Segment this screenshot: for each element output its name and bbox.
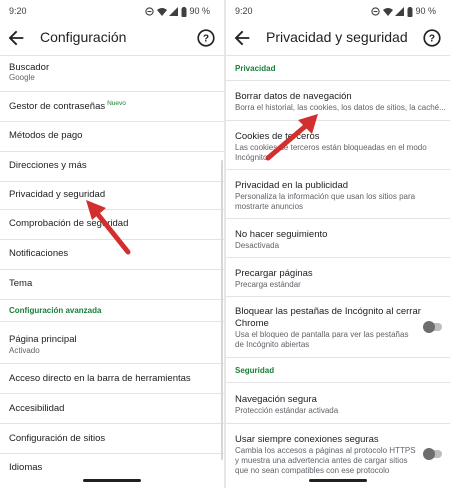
item-title: Navegación segura	[235, 394, 317, 405]
divider	[0, 299, 224, 300]
new-badge: Nuevo	[107, 100, 126, 107]
item-title: Idiomas	[9, 462, 43, 473]
page-title: Privacidad y seguridad	[266, 29, 408, 45]
list-item-home-page[interactable]: Página principal Activado	[0, 322, 224, 363]
lock-incognito-toggle[interactable]	[423, 321, 442, 333]
scrollbar[interactable]	[221, 160, 223, 460]
list-item-third-party-cookies[interactable]: Cookies de terceros Las cookies de terce…	[226, 121, 450, 169]
list-item-toolbar-shortcut[interactable]: Acceso directo en la barra de herramient…	[0, 364, 224, 393]
item-title: No hacer seguimiento	[235, 229, 328, 240]
item-title-text: Gestor de contraseñas	[9, 101, 106, 113]
item-title: Notificaciones	[9, 248, 69, 259]
back-arrow-icon[interactable]	[5, 27, 27, 49]
item-title: Accesibilidad	[9, 403, 65, 414]
list-item-clear-browsing-data[interactable]: Borrar datos de navegación Borra el hist…	[226, 81, 450, 120]
item-title: Métodos de pago	[9, 130, 83, 141]
section-header-security: Seguridad	[235, 366, 275, 375]
item-subtitle: Personaliza la información que usan los …	[235, 192, 416, 211]
item-title: Borrar datos de navegación	[235, 91, 352, 102]
settings-panel: 9:20 90 % Configuración ? Buscador Googl…	[0, 0, 224, 488]
item-subtitle: Precarga estándar	[235, 280, 301, 289]
toggle-knob	[423, 321, 435, 333]
item-title: Página principal	[9, 334, 77, 345]
item-title: Bloquear las pestañas de Incógnito al ce…	[235, 306, 421, 329]
app-bar: Configuración ?	[0, 22, 224, 54]
list-item-password-manager[interactable]: Gestor de contraseñas Nuevo	[0, 92, 224, 121]
battery-level: 90 %	[189, 6, 210, 16]
privacy-panel: 9:20 90 % Privacidad y seguridad ? Priva…	[226, 0, 450, 488]
item-subtitle: Google	[9, 73, 35, 82]
app-bar: Privacidad y seguridad ?	[226, 22, 450, 54]
item-subtitle: Cambia los accesos a páginas al protocol…	[235, 446, 416, 475]
item-subtitle: Activado	[9, 346, 40, 355]
wifi-icon	[382, 8, 393, 17]
item-subtitle: Usa el bloqueo de pantalla para ver las …	[235, 330, 409, 349]
list-item-theme[interactable]: Tema	[0, 270, 224, 299]
list-item-lock-incognito-tabs[interactable]: Bloquear las pestañas de Incógnito al ce…	[226, 297, 450, 357]
list-item-payment-methods[interactable]: Métodos de pago	[0, 122, 224, 151]
status-time: 9:20	[235, 6, 253, 16]
item-title: Tema	[9, 278, 33, 289]
list-item-addresses[interactable]: Direcciones y más	[0, 152, 224, 181]
item-title: Precargar páginas	[235, 268, 313, 279]
back-arrow-icon[interactable]	[231, 27, 253, 49]
svg-text:?: ?	[429, 34, 435, 45]
status-icons: 90 %	[371, 6, 436, 17]
item-title: Acceso directo en la barra de herramient…	[9, 373, 191, 384]
secure-connections-toggle[interactable]	[423, 448, 442, 460]
status-icons: 90 %	[145, 6, 210, 17]
help-icon[interactable]: ?	[195, 27, 217, 49]
item-title: Privacidad en la publicidad	[235, 180, 349, 191]
wifi-icon	[156, 8, 167, 17]
list-item-do-not-track[interactable]: No hacer seguimiento Desactivada	[226, 219, 450, 257]
toggle-knob	[423, 448, 435, 460]
status-bar: 9:20 90 %	[226, 0, 450, 22]
list-item-ad-privacy[interactable]: Privacidad en la publicidad Personaliza …	[226, 170, 450, 218]
battery-icon	[181, 6, 187, 17]
item-title: Gestor de contraseñas Nuevo	[9, 100, 126, 112]
dnd-icon	[371, 7, 381, 16]
battery-level: 90 %	[415, 6, 436, 16]
list-item-buscador[interactable]: Buscador Google	[0, 56, 224, 91]
list-item-accessibility[interactable]: Accesibilidad	[0, 394, 224, 423]
gesture-nav-bar[interactable]	[309, 479, 367, 482]
page-title: Configuración	[40, 29, 127, 45]
svg-text:?: ?	[203, 34, 209, 45]
list-item-preload-pages[interactable]: Precargar páginas Precarga estándar	[226, 258, 450, 296]
annotation-arrow	[86, 200, 131, 255]
list-item-safe-browsing[interactable]: Navegación segura Protección estándar ac…	[226, 383, 450, 423]
divider	[226, 55, 450, 56]
item-subtitle: Desactivada	[235, 241, 280, 250]
item-title: Buscador	[9, 62, 50, 73]
help-icon[interactable]: ?	[421, 27, 443, 49]
item-title: Usar siempre conexiones seguras	[235, 434, 379, 445]
divider	[226, 357, 450, 358]
signal-icon	[169, 7, 179, 17]
annotation-arrow	[265, 114, 318, 161]
gesture-nav-bar[interactable]	[83, 479, 141, 482]
battery-icon	[407, 6, 413, 17]
item-title: Configuración de sitios	[9, 433, 106, 444]
status-bar: 9:20 90 %	[0, 0, 224, 22]
list-item-site-settings[interactable]: Configuración de sitios	[0, 424, 224, 453]
section-header-privacy: Privacidad	[235, 64, 276, 73]
item-title: Direcciones y más	[9, 160, 87, 171]
item-subtitle: Protección estándar activada	[235, 406, 339, 415]
section-header-advanced: Configuración avanzada	[9, 306, 102, 315]
status-time: 9:20	[9, 6, 27, 16]
signal-icon	[395, 7, 405, 17]
dnd-icon	[145, 7, 155, 16]
